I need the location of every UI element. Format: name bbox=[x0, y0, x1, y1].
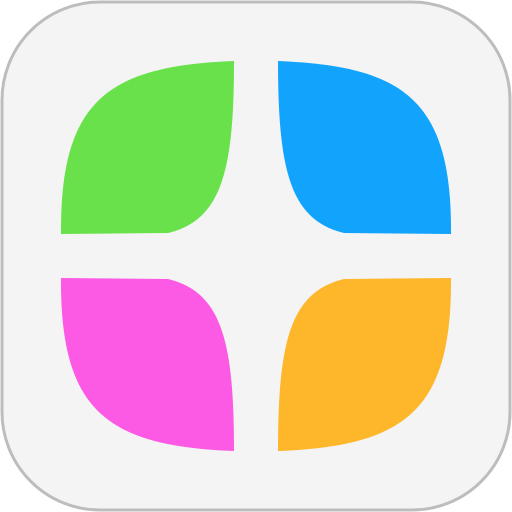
icon-background bbox=[0, 0, 512, 512]
app-icon-canvas bbox=[0, 0, 512, 512]
app-icon bbox=[0, 0, 512, 512]
